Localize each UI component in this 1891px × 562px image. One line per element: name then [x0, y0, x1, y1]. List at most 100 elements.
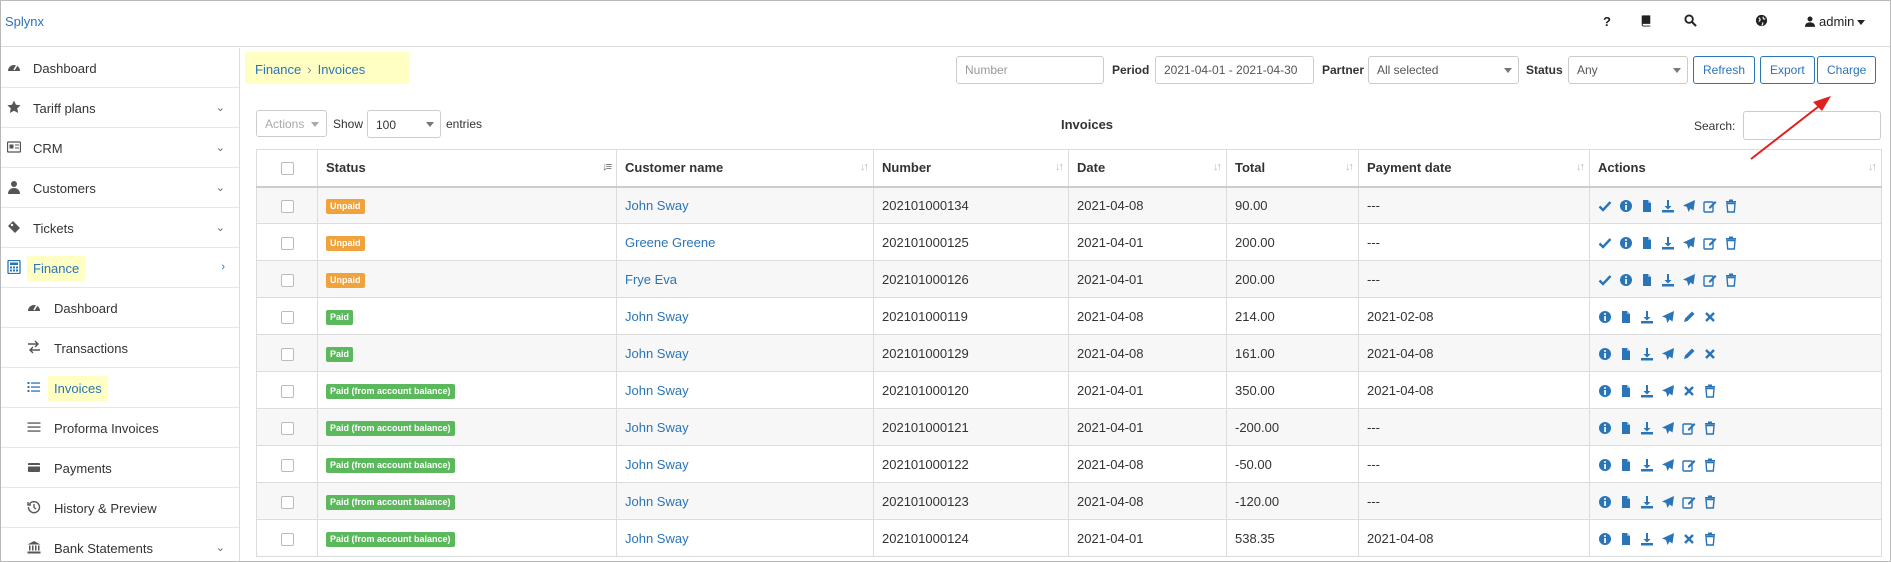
info-icon[interactable]	[1619, 199, 1633, 213]
edit-icon[interactable]	[1703, 236, 1717, 250]
send-icon[interactable]	[1661, 495, 1675, 509]
edit-icon[interactable]	[1682, 421, 1696, 435]
column-header-date[interactable]: Date ↓↑	[1068, 149, 1227, 188]
file-icon[interactable]	[1619, 495, 1633, 509]
breadcrumb-finance[interactable]: Finance	[255, 62, 301, 77]
pencil-icon[interactable]	[1682, 347, 1696, 361]
row-checkbox[interactable]	[280, 384, 294, 398]
column-header-customer[interactable]: Customer name ↓↑	[616, 149, 874, 188]
sidebar-subitem-history-preview[interactable]: History & Preview	[1, 488, 239, 528]
customer-link[interactable]: John Sway	[625, 309, 689, 324]
pencil-icon[interactable]	[1682, 310, 1696, 324]
globe-icon[interactable]	[1752, 14, 1770, 32]
close-icon[interactable]	[1682, 532, 1696, 546]
sidebar-subitem-proforma-invoices[interactable]: Proforma Invoices	[1, 408, 239, 448]
trash-icon[interactable]	[1703, 532, 1717, 546]
column-header-actions[interactable]: Actions ↓↑	[1589, 149, 1882, 188]
sidebar-item-customers[interactable]: Customers ⌄	[1, 168, 239, 208]
check-icon[interactable]	[1598, 236, 1612, 250]
trash-icon[interactable]	[1724, 199, 1738, 213]
row-checkbox[interactable]	[280, 421, 294, 435]
page-size-select[interactable]: 100	[367, 110, 441, 138]
number-filter-input[interactable]: Number	[956, 56, 1104, 84]
send-icon[interactable]	[1682, 199, 1696, 213]
trash-icon[interactable]	[1724, 273, 1738, 287]
send-icon[interactable]	[1661, 421, 1675, 435]
table-search-input[interactable]	[1743, 111, 1881, 140]
info-icon[interactable]	[1598, 532, 1612, 546]
user-menu[interactable]: admin	[1805, 14, 1866, 29]
send-icon[interactable]	[1661, 310, 1675, 324]
book-icon[interactable]	[1637, 14, 1655, 32]
file-icon[interactable]	[1619, 532, 1633, 546]
send-icon[interactable]	[1682, 236, 1696, 250]
customer-link[interactable]: John Sway	[625, 457, 689, 472]
select-all-checkbox[interactable]	[280, 162, 294, 176]
info-icon[interactable]	[1619, 236, 1633, 250]
download-icon[interactable]	[1640, 384, 1654, 398]
column-header-number[interactable]: Number ↓↑	[873, 149, 1069, 188]
customer-link[interactable]: John Sway	[625, 198, 689, 213]
sidebar-item-tickets[interactable]: Tickets ⌄	[1, 208, 239, 248]
info-icon[interactable]	[1598, 458, 1612, 472]
trash-icon[interactable]	[1703, 495, 1717, 509]
info-icon[interactable]	[1598, 495, 1612, 509]
file-icon[interactable]	[1619, 310, 1633, 324]
download-icon[interactable]	[1640, 421, 1654, 435]
period-input[interactable]: 2021-04-01 - 2021-04-30	[1155, 56, 1314, 84]
download-icon[interactable]	[1661, 236, 1675, 250]
brand-link[interactable]: Splynx	[5, 14, 44, 29]
customer-link[interactable]: John Sway	[625, 383, 689, 398]
partner-select[interactable]: All selected	[1368, 56, 1519, 84]
download-icon[interactable]	[1661, 199, 1675, 213]
file-icon[interactable]	[1640, 199, 1654, 213]
info-icon[interactable]	[1598, 421, 1612, 435]
customer-link[interactable]: John Sway	[625, 531, 689, 546]
file-icon[interactable]	[1640, 273, 1654, 287]
row-checkbox[interactable]	[280, 495, 294, 509]
breadcrumb-invoices[interactable]: Invoices	[318, 62, 366, 77]
file-icon[interactable]	[1619, 458, 1633, 472]
sidebar-subitem-payments[interactable]: Payments	[1, 448, 239, 488]
sidebar-subitem-transactions[interactable]: Transactions	[1, 328, 239, 368]
info-icon[interactable]	[1598, 384, 1612, 398]
help-icon[interactable]: ?	[1598, 14, 1616, 32]
row-checkbox[interactable]	[280, 273, 294, 287]
edit-icon[interactable]	[1703, 199, 1717, 213]
customer-link[interactable]: John Sway	[625, 420, 689, 435]
export-button[interactable]: Export	[1760, 56, 1815, 84]
sidebar-item-finance[interactable]: Finance ›	[1, 248, 239, 288]
send-icon[interactable]	[1661, 384, 1675, 398]
download-icon[interactable]	[1640, 495, 1654, 509]
column-header-total[interactable]: Total ↓↑	[1226, 149, 1359, 188]
edit-icon[interactable]	[1682, 495, 1696, 509]
close-icon[interactable]	[1703, 347, 1717, 361]
file-icon[interactable]	[1619, 347, 1633, 361]
customer-link[interactable]: John Sway	[625, 346, 689, 361]
sidebar-item-crm[interactable]: CRM ⌄	[1, 128, 239, 168]
close-icon[interactable]	[1682, 384, 1696, 398]
trash-icon[interactable]	[1703, 384, 1717, 398]
sidebar-item-tariff-plans[interactable]: Tariff plans ⌄	[1, 88, 239, 128]
file-icon[interactable]	[1619, 421, 1633, 435]
info-icon[interactable]	[1619, 273, 1633, 287]
info-icon[interactable]	[1598, 310, 1612, 324]
customer-link[interactable]: John Sway	[625, 494, 689, 509]
status-select[interactable]: Any	[1568, 56, 1688, 84]
column-header-status[interactable]: Status ↓≡	[317, 149, 617, 188]
sidebar-item-dashboard[interactable]: Dashboard	[1, 48, 239, 88]
edit-icon[interactable]	[1682, 458, 1696, 472]
trash-icon[interactable]	[1724, 236, 1738, 250]
download-icon[interactable]	[1640, 532, 1654, 546]
sidebar-subitem-bank-statements[interactable]: Bank Statements ⌄	[1, 528, 239, 561]
sidebar-subitem-finance-dashboard[interactable]: Dashboard	[1, 288, 239, 328]
download-icon[interactable]	[1661, 273, 1675, 287]
file-icon[interactable]	[1619, 384, 1633, 398]
edit-icon[interactable]	[1703, 273, 1717, 287]
info-icon[interactable]	[1598, 347, 1612, 361]
row-checkbox[interactable]	[280, 236, 294, 250]
row-checkbox[interactable]	[280, 199, 294, 213]
row-checkbox[interactable]	[280, 532, 294, 546]
column-header-payment-date[interactable]: Payment date ↓↑	[1358, 149, 1590, 188]
check-icon[interactable]	[1598, 199, 1612, 213]
